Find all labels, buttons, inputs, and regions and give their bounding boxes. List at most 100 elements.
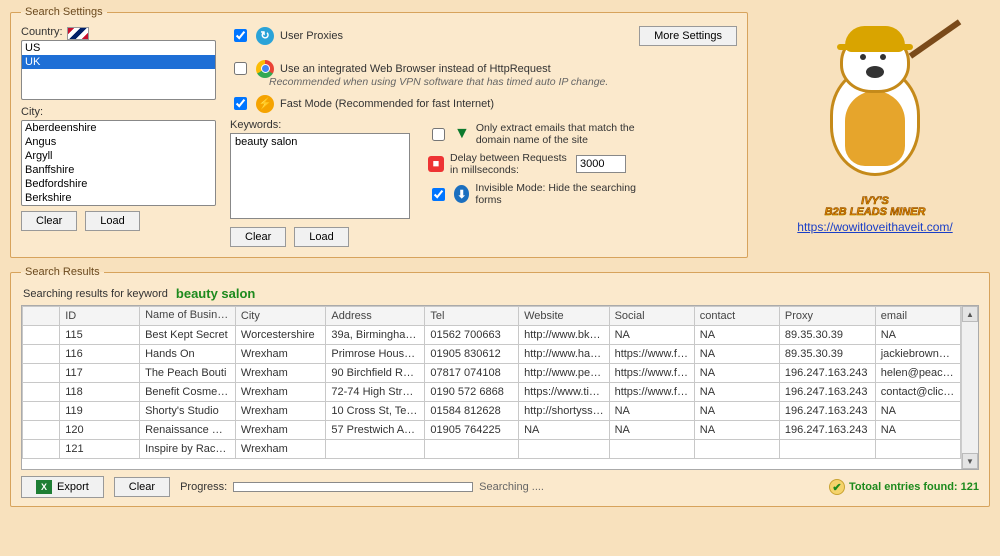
- cell[interactable]: NA: [694, 421, 779, 440]
- cell[interactable]: 196.247.163.243: [779, 383, 875, 402]
- cell[interactable]: 119: [60, 402, 140, 421]
- cell[interactable]: http://www.hand...: [519, 345, 609, 364]
- cell[interactable]: NA: [694, 402, 779, 421]
- cell[interactable]: NA: [875, 421, 960, 440]
- row-selector-cell[interactable]: [23, 421, 60, 440]
- export-button[interactable]: X Export: [21, 476, 104, 498]
- col-contact[interactable]: contact: [694, 307, 779, 326]
- cell[interactable]: NA: [875, 326, 960, 345]
- cell[interactable]: 115: [60, 326, 140, 345]
- cell[interactable]: 120: [60, 421, 140, 440]
- cell[interactable]: The Peach Bouti: [140, 364, 236, 383]
- cell[interactable]: Wrexham: [235, 345, 325, 364]
- table-row[interactable]: 120Renaissance HairWrexham57 Prestwich A…: [23, 421, 961, 440]
- keywords-load-button[interactable]: Load: [294, 227, 348, 247]
- row-selector-cell[interactable]: [23, 326, 60, 345]
- table-row[interactable]: 117The Peach BoutiWrexham90 Birchfield R…: [23, 364, 961, 383]
- cell[interactable]: [875, 440, 960, 459]
- table-row[interactable]: 121Inspire by RachelWrexham: [23, 440, 961, 459]
- cell[interactable]: https://www.face...: [609, 364, 694, 383]
- grid-scrollbar[interactable]: ▲ ▼: [961, 306, 978, 469]
- results-grid[interactable]: ID Name of Business City Address Tel Web…: [21, 305, 979, 470]
- cell[interactable]: http://www.peac...: [519, 364, 609, 383]
- cell[interactable]: Renaissance Hair: [140, 421, 236, 440]
- cell[interactable]: NA: [694, 364, 779, 383]
- cell[interactable]: 117: [60, 364, 140, 383]
- city-load-button[interactable]: Load: [85, 211, 139, 231]
- cell[interactable]: 196.247.163.243: [779, 421, 875, 440]
- cell[interactable]: Wrexham: [235, 402, 325, 421]
- city-listbox[interactable]: AberdeenshireAngusArgyllBanffshireBedfor…: [21, 120, 216, 206]
- cell[interactable]: Wrexham: [235, 440, 325, 459]
- cell[interactable]: 57 Prestwich Ave...: [326, 421, 425, 440]
- cell[interactable]: jackiebrownhand...: [875, 345, 960, 364]
- cell[interactable]: Shorty's Studio: [140, 402, 236, 421]
- row-selector-cell[interactable]: [23, 440, 60, 459]
- cell[interactable]: 0190 572 6868: [425, 383, 519, 402]
- cell[interactable]: http://shortysstu...: [519, 402, 609, 421]
- brand-url-link[interactable]: https://wowitloveithaveit.com/: [797, 220, 952, 234]
- fast-mode-checkbox[interactable]: [234, 97, 247, 110]
- cell[interactable]: NA: [694, 326, 779, 345]
- col-social[interactable]: Social: [609, 307, 694, 326]
- col-proxy[interactable]: Proxy: [779, 307, 875, 326]
- cell[interactable]: NA: [609, 402, 694, 421]
- cell[interactable]: https://www.fac...: [609, 345, 694, 364]
- cell[interactable]: NA: [519, 421, 609, 440]
- scroll-down-icon[interactable]: ▼: [962, 453, 978, 469]
- user-proxies-checkbox[interactable]: [234, 29, 247, 42]
- table-row[interactable]: 119Shorty's StudioWrexham10 Cross St, Te…: [23, 402, 961, 421]
- cell[interactable]: Best Kept Secret: [140, 326, 236, 345]
- col-id[interactable]: ID: [60, 307, 140, 326]
- cell[interactable]: 89.35.30.39: [779, 326, 875, 345]
- cell[interactable]: 72-74 High Street...: [326, 383, 425, 402]
- cell[interactable]: 10 Cross St, Ten...: [326, 402, 425, 421]
- cell[interactable]: [425, 440, 519, 459]
- cell[interactable]: https://www.fac...: [609, 383, 694, 402]
- cell[interactable]: Worcestershire: [235, 326, 325, 345]
- cell[interactable]: NA: [694, 383, 779, 402]
- cell[interactable]: helen@peach-bo...: [875, 364, 960, 383]
- cell[interactable]: NA: [609, 326, 694, 345]
- cell[interactable]: Inspire by Rachel: [140, 440, 236, 459]
- col-tel[interactable]: Tel: [425, 307, 519, 326]
- cell[interactable]: [519, 440, 609, 459]
- keywords-input[interactable]: [230, 133, 410, 219]
- scroll-up-icon[interactable]: ▲: [962, 306, 978, 322]
- table-row[interactable]: 116Hands OnWrexhamPrimrose House J...019…: [23, 345, 961, 364]
- cell[interactable]: 196.247.163.243: [779, 364, 875, 383]
- row-selector-cell[interactable]: [23, 345, 60, 364]
- invisible-mode-checkbox[interactable]: [432, 188, 445, 201]
- cell[interactable]: http://www.bksbl...: [519, 326, 609, 345]
- table-row[interactable]: 118Benefit CosmeticsWrexham72-74 High St…: [23, 383, 961, 402]
- cell[interactable]: https://www.time...: [519, 383, 609, 402]
- cell[interactable]: 121: [60, 440, 140, 459]
- col-website[interactable]: Website: [519, 307, 609, 326]
- results-clear-button[interactable]: Clear: [114, 477, 170, 497]
- cell[interactable]: NA: [609, 421, 694, 440]
- cell[interactable]: [694, 440, 779, 459]
- cell[interactable]: 07817 074108: [425, 364, 519, 383]
- delay-input[interactable]: [576, 155, 626, 173]
- cell[interactable]: [326, 440, 425, 459]
- country-listbox[interactable]: USUK: [21, 40, 216, 100]
- row-selector-cell[interactable]: [23, 364, 60, 383]
- col-address[interactable]: Address: [326, 307, 425, 326]
- cell[interactable]: NA: [694, 345, 779, 364]
- col-name[interactable]: Name of Business: [140, 307, 236, 326]
- keywords-clear-button[interactable]: Clear: [230, 227, 286, 247]
- cell[interactable]: 01584 812628: [425, 402, 519, 421]
- cell[interactable]: 116: [60, 345, 140, 364]
- cell[interactable]: 89.35.30.39: [779, 345, 875, 364]
- more-settings-button[interactable]: More Settings: [639, 26, 737, 46]
- cell[interactable]: [779, 440, 875, 459]
- cell[interactable]: 39a, Birmingham ...: [326, 326, 425, 345]
- city-clear-button[interactable]: Clear: [21, 211, 77, 231]
- cell[interactable]: 01905 830612: [425, 345, 519, 364]
- table-row[interactable]: 115Best Kept SecretWorcestershire39a, Bi…: [23, 326, 961, 345]
- cell[interactable]: 118: [60, 383, 140, 402]
- cell[interactable]: contact@clicrdv....: [875, 383, 960, 402]
- cell[interactable]: Wrexham: [235, 421, 325, 440]
- cell[interactable]: 01905 764225: [425, 421, 519, 440]
- cell[interactable]: Wrexham: [235, 383, 325, 402]
